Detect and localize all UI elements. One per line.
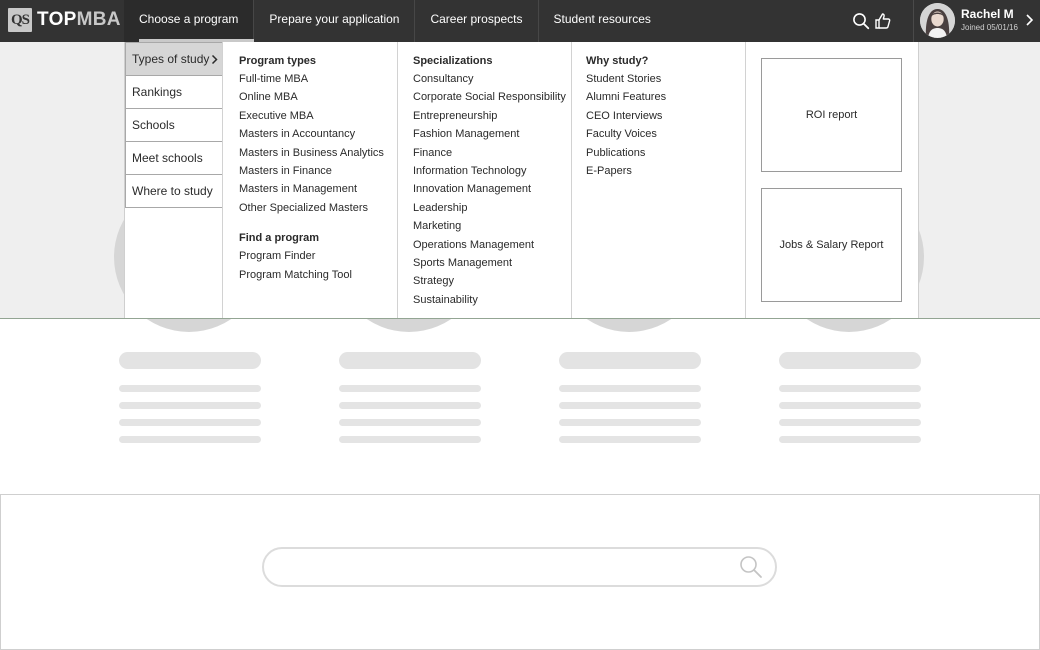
menu-link-sustainability[interactable]: Sustainability — [413, 291, 566, 309]
skeleton-line — [339, 436, 481, 443]
menu-link-masters-in-finance[interactable]: Masters in Finance — [239, 162, 384, 180]
menu-link-program-finder[interactable]: Program Finder — [239, 247, 384, 265]
column-divider — [222, 42, 223, 318]
menu-sidebar-item-types-of-study[interactable]: Types of study — [125, 42, 223, 76]
jobs-salary-report-card[interactable]: Jobs & Salary Report — [761, 188, 902, 302]
menu-link-consultancy[interactable]: Consultancy — [413, 70, 566, 88]
column-divider — [745, 42, 746, 318]
menu-sidebar-item-schools[interactable]: Schools — [125, 109, 223, 142]
menu-link-leadership[interactable]: Leadership — [413, 199, 566, 217]
user-name[interactable]: Rachel M — [961, 7, 1014, 21]
top-navigation-bar: QS TOPMBA Choose a program Prepare your … — [0, 0, 1040, 42]
menu-link-corporate-social-responsibility[interactable]: Corporate Social Responsibility — [413, 88, 566, 106]
menu-link-marketing[interactable]: Marketing — [413, 217, 566, 235]
skeleton-line — [779, 385, 921, 392]
skeleton-line — [559, 385, 701, 392]
search-section — [0, 494, 1040, 650]
menu-sidebar-item-rankings[interactable]: Rankings — [125, 76, 223, 109]
main-nav: Choose a program Prepare your applicatio… — [124, 0, 666, 42]
skeleton-line — [339, 385, 481, 392]
menu-link-sports-management[interactable]: Sports Management — [413, 254, 566, 272]
menu-link-finance[interactable]: Finance — [413, 144, 566, 162]
menu-sidebar-item-meet-schools[interactable]: Meet schools — [125, 142, 223, 175]
chevron-right-icon[interactable] — [1024, 13, 1036, 27]
search-icon[interactable] — [738, 554, 764, 580]
search-icon[interactable] — [850, 10, 872, 32]
skeleton-title — [779, 352, 921, 369]
menu-sidebar: Types of study Rankings Schools Meet sch… — [125, 42, 223, 208]
thumbs-up-icon[interactable] — [872, 10, 894, 32]
skeleton-line — [119, 402, 261, 409]
jobs-salary-report-label: Jobs & Salary Report — [779, 239, 884, 251]
menu-sidebar-item-where-to-study[interactable]: Where to study — [125, 175, 223, 208]
logo-mba: MBA — [76, 9, 121, 30]
chevron-right-icon — [211, 54, 218, 65]
menu-link-alumni-features[interactable]: Alumni Features — [586, 88, 666, 106]
why-study-heading: Why study? — [586, 55, 649, 67]
user-joined-date: Joined 05/01/16 — [961, 23, 1018, 32]
menu-link-entrepreneurship[interactable]: Entrepreneurship — [413, 107, 566, 125]
menu-link-executive-mba[interactable]: Executive MBA — [239, 107, 384, 125]
menu-link-information-technology[interactable]: Information Technology — [413, 162, 566, 180]
skeleton-line — [339, 419, 481, 426]
menu-link-full-time-mba[interactable]: Full-time MBA — [239, 70, 384, 88]
menu-link-faculty-voices[interactable]: Faculty Voices — [586, 125, 666, 143]
nav-career-prospects[interactable]: Career prospects — [415, 0, 539, 42]
specializations-heading: Specializations — [413, 55, 493, 67]
logo-top: TOP — [37, 9, 77, 30]
section-divider — [0, 318, 1040, 319]
skeleton-title — [339, 352, 481, 369]
user-avatar[interactable] — [920, 3, 955, 38]
why-study-column: Why study? Student Stories Alumni Featur… — [586, 52, 666, 180]
find-a-program-heading: Find a program — [239, 232, 320, 245]
logo-wordmark: TOPMBA — [37, 9, 121, 31]
skeleton-line — [339, 402, 481, 409]
menu-link-publications[interactable]: Publications — [586, 144, 666, 162]
header-icons — [850, 0, 894, 42]
skeleton-line — [559, 419, 701, 426]
menu-link-innovation-management[interactable]: Innovation Management — [413, 180, 566, 198]
menu-link-masters-in-management[interactable]: Masters in Management — [239, 180, 384, 198]
skeleton-line — [559, 402, 701, 409]
menu-link-online-mba[interactable]: Online MBA — [239, 88, 384, 106]
skeleton-line — [779, 402, 921, 409]
menu-link-operations-management[interactable]: Operations Management — [413, 236, 566, 254]
nav-student-resources[interactable]: Student resources — [539, 0, 666, 42]
column-divider — [397, 42, 398, 318]
roi-report-card[interactable]: ROI report — [761, 58, 902, 172]
user-divider — [913, 0, 914, 42]
menu-link-program-matching-tool[interactable]: Program Matching Tool — [239, 266, 384, 284]
skeleton-line — [779, 436, 921, 443]
nav-prepare-your-application[interactable]: Prepare your application — [254, 0, 416, 42]
skeleton-title — [119, 352, 261, 369]
skeleton-line — [119, 385, 261, 392]
menu-link-ceo-interviews[interactable]: CEO Interviews — [586, 107, 666, 125]
nav-choose-a-program[interactable]: Choose a program — [124, 0, 255, 42]
search-input[interactable] — [262, 547, 777, 587]
menu-link-e-papers[interactable]: E-Papers — [586, 162, 666, 180]
menu-link-fashion-management[interactable]: Fashion Management — [413, 125, 566, 143]
menu-link-strategy[interactable]: Strategy — [413, 272, 566, 290]
program-types-heading: Program types — [239, 55, 317, 67]
qs-logo-mark: QS — [8, 8, 32, 32]
skeleton-line — [119, 419, 261, 426]
topmba-logo[interactable]: QS TOPMBA — [8, 8, 121, 32]
skeleton-line — [559, 436, 701, 443]
skeleton-line — [119, 436, 261, 443]
menu-link-masters-in-business-analytics[interactable]: Masters in Business Analytics — [239, 144, 384, 162]
menu-link-masters-in-accountancy[interactable]: Masters in Accountancy — [239, 125, 384, 143]
roi-report-label: ROI report — [805, 109, 858, 121]
skeleton-line — [779, 419, 921, 426]
column-divider — [571, 42, 572, 318]
skeleton-title — [559, 352, 701, 369]
program-types-column: Program types Full-time MBA Online MBA E… — [239, 52, 384, 284]
menu-link-student-stories[interactable]: Student Stories — [586, 70, 666, 88]
menu-sidebar-item-label: Types of study — [132, 52, 210, 66]
choose-a-program-mega-menu: Types of study Rankings Schools Meet sch… — [124, 42, 919, 318]
specializations-column: Specializations Consultancy Corporate So… — [413, 52, 566, 309]
menu-link-other-specialized-masters[interactable]: Other Specialized Masters — [239, 199, 384, 217]
